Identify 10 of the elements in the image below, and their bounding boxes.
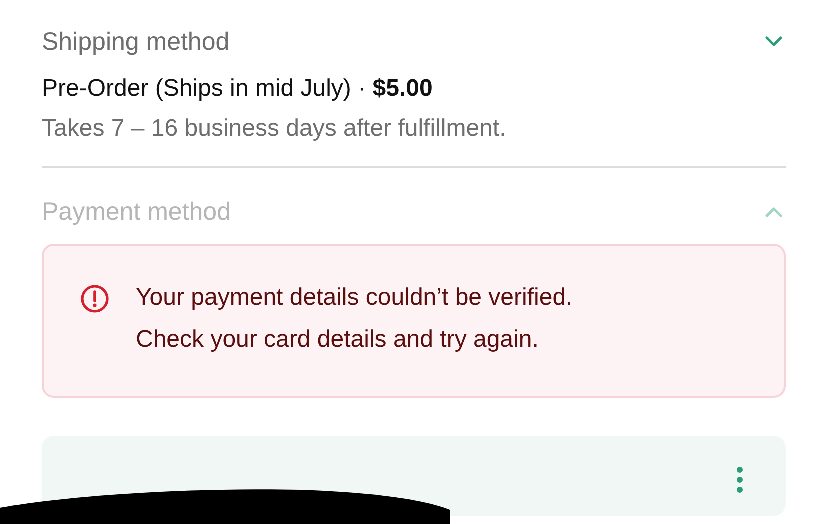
chevron-up-icon[interactable] xyxy=(764,206,784,218)
chevron-down-icon[interactable] xyxy=(764,36,784,48)
section-title: Shipping method xyxy=(42,28,230,56)
section-title: Payment method xyxy=(42,198,231,226)
more-options-icon[interactable] xyxy=(736,466,744,494)
delivery-estimate: Takes 7 – 16 business days after fulfillment. xyxy=(42,114,508,144)
error-message: Your payment details couldn’t be verified. xyxy=(136,283,573,313)
shipping-option: Pre-Order (Ships in mid July) · $5.00 xyxy=(42,74,786,104)
error-icon xyxy=(80,284,110,314)
error-message: Check your card details and try again. xyxy=(136,325,540,355)
